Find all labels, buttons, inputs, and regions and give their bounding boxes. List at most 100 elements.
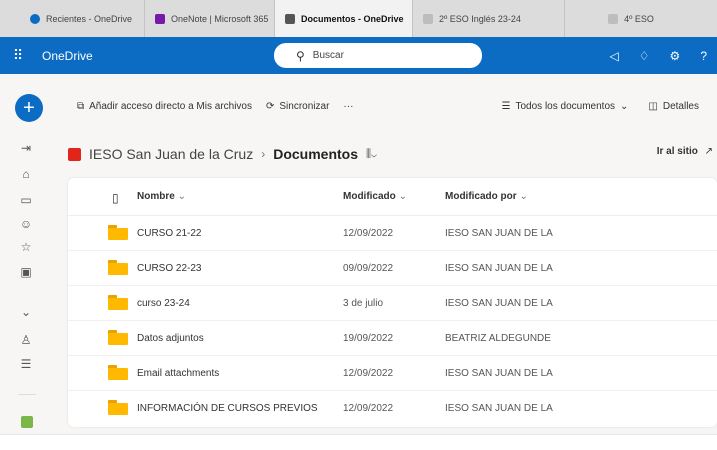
file-name[interactable]: CURSO 22-23	[137, 263, 201, 274]
breadcrumb-site[interactable]: IESO San Juan de la Cruz	[89, 146, 253, 162]
tab-label: 2º ESO Inglés 23-24	[439, 13, 521, 24]
view-label: Todos los documentos	[515, 100, 616, 112]
sync-label: Sincronizar	[279, 100, 330, 112]
list-icon[interactable]: ☰	[18, 356, 34, 372]
shortcut-icon: ⧉	[77, 100, 85, 112]
modified-by: IESO SAN JUAN DE LA	[445, 298, 553, 309]
close-tab-icon[interactable]	[285, 13, 295, 24]
tab-label: Recientes - OneDrive	[46, 13, 133, 24]
modified-by: IESO SAN JUAN DE LA	[445, 228, 553, 239]
details-label: Detalles	[662, 100, 699, 112]
search-input[interactable]: ⚲ Buscar	[274, 43, 482, 68]
folder-icon	[108, 365, 128, 380]
details-button[interactable]: ◫ Detalles	[648, 101, 699, 112]
breadcrumb: IESO San Juan de la Cruz › Documentos ⫼⌄	[68, 144, 377, 164]
chevron-down-icon[interactable]: ⌄	[18, 304, 34, 320]
column-header-modified[interactable]: Modificado ⌄	[343, 191, 407, 202]
chevron-down-icon: ⌄	[177, 191, 186, 202]
bottom-bar	[0, 434, 717, 450]
file-name[interactable]: Datos adjuntos	[137, 333, 204, 344]
modified-date: 09/09/2022	[343, 263, 394, 274]
file-type-icon[interactable]: ▯	[112, 191, 119, 205]
header-actions: ◁ ♢ ⚙ ?	[610, 37, 707, 74]
site-green-icon[interactable]	[21, 416, 33, 428]
tab-label: 4º ESO	[624, 13, 654, 24]
create-new-button[interactable]: +	[15, 94, 43, 122]
tab-label: Documentos - OneDrive	[301, 13, 404, 24]
info-pane-icon: ◫	[648, 100, 658, 112]
site-logo-icon	[68, 147, 81, 161]
column-header-modified-by[interactable]: Modificado por ⌄	[445, 191, 528, 202]
app-header: ⠿ OneDrive ⚲ Buscar ◁ ♢ ⚙ ?	[0, 37, 717, 74]
recycle-bin-icon[interactable]: ▣	[18, 264, 34, 280]
home-icon[interactable]: ⌂	[18, 166, 34, 182]
browser-tab-recientes[interactable]: Recientes - OneDrive	[20, 0, 145, 37]
command-bar-right: ☰ Todos los documentos ⌄ ◫ Detalles	[502, 101, 699, 112]
folder-icon[interactable]: ▭	[18, 192, 34, 208]
table-row[interactable]: curso 23-24 3 de julio IESO SAN JUAN DE …	[68, 286, 717, 321]
column-modified-by-label: Modificado por	[445, 191, 517, 202]
left-rail: + ⇥ ⌂ ▭ ☺ ☆ ▣ ⌄ ♙ ☰	[0, 74, 60, 450]
modified-by: IESO SAN JUAN DE LA	[445, 403, 553, 414]
file-list-header: ▯ Nombre ⌄ Modificado ⌄ Modificado por ⌄	[68, 178, 717, 216]
search-placeholder: Buscar	[312, 50, 344, 61]
folder-icon	[108, 295, 128, 310]
sync-icon: ⟳	[266, 100, 275, 112]
table-row[interactable]: Datos adjuntos 19/09/2022 BEATRIZ ALDEGU…	[68, 321, 717, 356]
folder-icon	[108, 260, 128, 275]
star-icon[interactable]: ☆	[18, 239, 34, 255]
folder-icon	[108, 225, 128, 240]
browser-tab-4eso[interactable]: 4º ESO	[565, 0, 697, 37]
modified-date: 19/09/2022	[343, 333, 394, 344]
onedrive-icon	[30, 13, 40, 24]
modified-date: 12/09/2022	[343, 228, 394, 239]
browser-tab-documentos[interactable]: Documentos - OneDrive	[275, 0, 413, 37]
file-name[interactable]: INFORMACIÓN DE CURSOS PREVIOS	[137, 403, 318, 414]
table-row[interactable]: CURSO 21-22 12/09/2022 IESO SAN JUAN DE …	[68, 216, 717, 251]
tab-label: OneNote | Microsoft 365	[171, 13, 269, 24]
browser-tab-ingles[interactable]: 2º ESO Inglés 23-24	[413, 0, 565, 37]
arrow-up-right-icon: ↗	[704, 146, 713, 157]
modified-by: BEATRIZ ALDEGUNDE	[445, 333, 551, 344]
document-icon	[423, 13, 433, 24]
browser-tab-bar: Recientes - OneDrive OneNote | Microsoft…	[0, 0, 717, 37]
breadcrumb-current[interactable]: Documentos	[273, 146, 358, 162]
app-launcher-icon[interactable]: ⠿	[0, 47, 36, 64]
person-icon[interactable]: ♙	[18, 332, 34, 348]
more-button[interactable]: ···	[343, 101, 353, 112]
column-name-label: Nombre	[137, 191, 175, 202]
go-to-site-link[interactable]: Ir al sitio ↗	[657, 146, 713, 157]
help-icon[interactable]: ?	[700, 49, 707, 63]
file-name[interactable]: curso 23-24	[137, 298, 190, 309]
filter-icon: ☰	[501, 100, 511, 112]
add-shortcut-label: Añadir acceso directo a Mis archivos	[89, 100, 252, 112]
table-row[interactable]: CURSO 22-23 09/09/2022 IESO SAN JUAN DE …	[68, 251, 717, 286]
sync-button[interactable]: ⟳ Sincronizar	[266, 101, 329, 112]
chevron-down-icon: ⌄	[519, 191, 528, 202]
table-row[interactable]: Email attachments 12/09/2022 IESO SAN JU…	[68, 356, 717, 391]
view-selector[interactable]: ☰ Todos los documentos ⌄	[502, 101, 629, 112]
diamond-icon[interactable]: ♢	[639, 49, 650, 63]
gear-icon[interactable]: ⚙	[670, 49, 681, 63]
add-shortcut-button[interactable]: ⧉ Añadir acceso directo a Mis archivos	[77, 101, 252, 112]
modified-by: IESO SAN JUAN DE LA	[445, 263, 553, 274]
column-header-name[interactable]: Nombre ⌄	[137, 191, 186, 202]
search-icon: ⚲	[296, 48, 305, 63]
browser-tab-onenote[interactable]: OneNote | Microsoft 365	[145, 0, 275, 37]
file-name[interactable]: Email attachments	[137, 368, 219, 379]
expand-pane-icon[interactable]: ⇥	[18, 140, 34, 156]
onenote-icon	[155, 13, 165, 24]
rail-divider	[18, 394, 36, 395]
table-row[interactable]: INFORMACIÓN DE CURSOS PREVIOS 12/09/2022…	[68, 391, 717, 426]
megaphone-icon[interactable]: ◁	[610, 49, 619, 63]
go-to-site-label: Ir al sitio	[656, 146, 698, 157]
people-icon[interactable]: ☺	[18, 216, 34, 232]
folder-icon	[108, 330, 128, 345]
app-name[interactable]: OneDrive	[42, 49, 93, 63]
library-options-icon[interactable]: ⫼⌄	[366, 148, 377, 161]
document-icon	[608, 13, 619, 24]
chevron-down-icon: ⌄	[620, 100, 629, 112]
file-list: ▯ Nombre ⌄ Modificado ⌄ Modificado por ⌄…	[68, 178, 717, 427]
modified-by: IESO SAN JUAN DE LA	[445, 368, 553, 379]
file-name[interactable]: CURSO 21-22	[137, 228, 201, 239]
